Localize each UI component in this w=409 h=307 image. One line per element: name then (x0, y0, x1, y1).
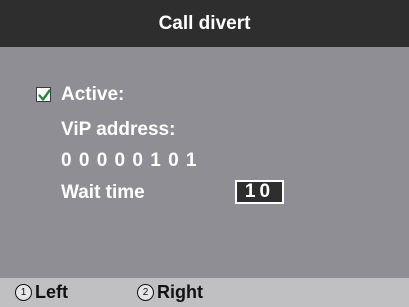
page-title: Call divert (158, 12, 251, 34)
wait-time-field[interactable]: 10 (235, 180, 284, 204)
softkey-left[interactable]: 1 Left (15, 281, 68, 303)
check-icon (38, 89, 51, 101)
bottom-spacer (0, 265, 409, 278)
softkey-left-label: Left (35, 281, 68, 302)
softkey-bar: 1 Left 2 Right (0, 278, 409, 307)
wait-time-label: Wait time (61, 182, 145, 203)
softkey-right[interactable]: 2 Right (137, 281, 203, 303)
call-divert-screen: Call divert Active: ViP address: 0 0 0 0… (0, 0, 409, 307)
circled-number-1-icon: 1 (15, 283, 32, 301)
settings-panel: Active: ViP address: 0 0 0 0 0 1 0 1 Wai… (0, 47, 409, 265)
title-bar: Call divert (0, 0, 409, 47)
softkey-right-label: Right (157, 281, 203, 302)
vip-address-value[interactable]: 0 0 0 0 0 1 0 1 (61, 150, 198, 172)
vip-address-label: ViP address: (61, 119, 176, 140)
active-label: Active: (61, 84, 125, 105)
active-checkbox[interactable] (36, 87, 51, 102)
circled-number-2-icon: 2 (137, 283, 154, 301)
